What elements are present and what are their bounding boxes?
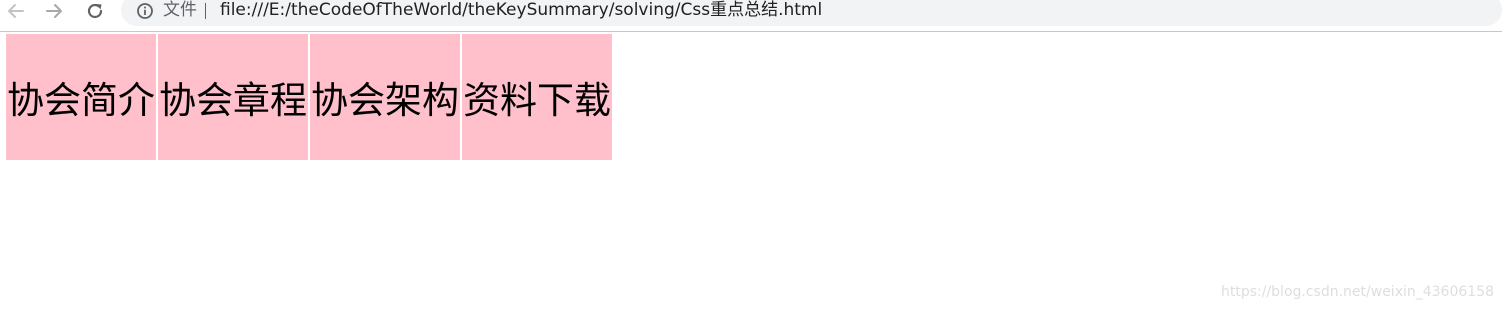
address-bar[interactable]: 文件 file:///E:/theCodeOfTheWorld/theKeySu… [121, 0, 1502, 26]
info-icon[interactable] [136, 2, 154, 20]
menu-item-association-structure[interactable]: 协会架构 [310, 34, 460, 160]
nav-menu: 协会简介 协会章程 协会架构 资料下载 [6, 34, 612, 160]
reload-icon [87, 3, 103, 19]
browser-toolbar: 文件 file:///E:/theCodeOfTheWorld/theKeySu… [0, 0, 1502, 32]
menu-item-association-charter[interactable]: 协会章程 [158, 34, 308, 160]
arrow-right-icon [46, 4, 62, 18]
forward-button[interactable] [40, 0, 68, 22]
watermark: https://blog.csdn.net/weixin_43606158 [1220, 284, 1494, 300]
url-text[interactable]: file:///E:/theCodeOfTheWorld/theKeySumma… [220, 0, 822, 21]
menu-item-downloads[interactable]: 资料下载 [462, 34, 612, 160]
scheme-label: 文件 [163, 0, 197, 20]
back-button[interactable] [2, 0, 30, 22]
reload-button[interactable] [81, 0, 109, 22]
separator [205, 3, 206, 19]
menu-item-association-intro[interactable]: 协会简介 [6, 34, 156, 160]
arrow-left-icon [8, 4, 24, 18]
